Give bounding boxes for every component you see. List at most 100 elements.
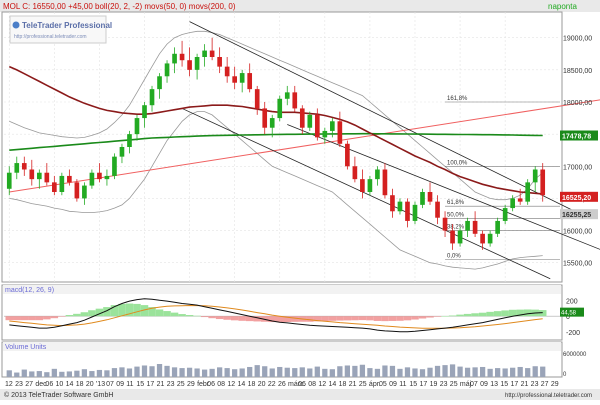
volume-bar	[232, 369, 238, 377]
x-tick-label: 23	[440, 381, 448, 388]
volume-bar	[427, 367, 433, 377]
macd-histogram-bar	[441, 316, 449, 317]
macd-histogram-bar	[230, 316, 239, 321]
volume-bar	[517, 366, 523, 377]
x-tick-label: 20	[258, 381, 266, 388]
candle-body	[352, 166, 358, 180]
volume-bar	[247, 366, 253, 377]
volume-bar	[322, 368, 328, 377]
x-tick-label: 22	[268, 381, 276, 388]
candle-body	[14, 163, 20, 173]
x-tick-label: 12	[318, 381, 326, 388]
volume-bar	[36, 371, 42, 377]
volume-y-tick-label: 0	[563, 372, 567, 378]
volume-bar	[141, 365, 148, 377]
macd-histogram-bar	[275, 316, 284, 323]
x-tick-label: 26	[278, 381, 286, 388]
volume-bar	[111, 368, 118, 377]
macd-histogram-bar	[178, 314, 186, 317]
candle-body	[450, 230, 455, 244]
candle-body	[97, 172, 102, 180]
candle-body	[29, 169, 35, 180]
volume-bar	[464, 367, 471, 377]
volume-bar	[201, 369, 208, 377]
fib-level-label: 161,8%	[447, 96, 468, 102]
x-tick-label: 17	[419, 381, 427, 388]
volume-bar	[186, 367, 193, 377]
volume-bar	[171, 367, 178, 377]
volume-bar	[224, 368, 230, 377]
volume-bar	[540, 366, 546, 377]
macd-histogram-bar	[328, 316, 337, 321]
x-tick-label: 20	[86, 381, 94, 388]
x-tick-label: 27	[541, 381, 549, 388]
candle-body	[277, 98, 283, 119]
macd-histogram-bar	[223, 316, 231, 320]
volume-bar	[434, 365, 441, 377]
macd-histogram-bar	[73, 313, 81, 317]
footer-url: http://professional.teletrader.com	[505, 393, 592, 399]
x-tick-label: 21	[521, 381, 529, 388]
volume-bar	[359, 364, 366, 377]
volume-bar	[449, 364, 456, 377]
volume-bar	[329, 369, 335, 377]
macd-histogram-bar	[170, 312, 179, 317]
volume-bar	[149, 366, 155, 377]
candle-body	[480, 233, 485, 244]
macd-histogram-bar	[373, 316, 382, 321]
macd-histogram-bar	[133, 303, 141, 317]
x-tick-label: 15	[500, 381, 508, 388]
candle-body	[442, 217, 448, 231]
x-tick-label: 07	[106, 381, 114, 388]
x-tick-label: 18	[248, 381, 256, 388]
macd-histogram-bar	[208, 316, 216, 319]
macd-histogram-bar	[43, 316, 51, 320]
candle-body	[217, 57, 222, 67]
macd-histogram-bar	[321, 316, 329, 322]
volume-bar	[495, 368, 501, 377]
macd-histogram-bar	[5, 316, 14, 321]
macd-histogram-bar	[238, 316, 246, 321]
macd-histogram-bar	[448, 315, 457, 317]
volume-bar	[337, 366, 343, 377]
volume-bar	[194, 368, 200, 377]
x-tick-label: 06	[298, 381, 306, 388]
x-tick-label: 27	[25, 381, 33, 388]
x-tick-label: 17	[147, 381, 155, 388]
x-tick-label: 15	[136, 381, 144, 388]
candle-body	[59, 175, 65, 192]
candle-body	[89, 172, 95, 186]
volume-bar	[352, 365, 358, 377]
x-tick-label: 15	[409, 381, 417, 388]
x-tick-label: 10	[56, 381, 64, 388]
candle-body	[405, 201, 410, 221]
volume-bar	[510, 367, 516, 377]
x-tick-label: 07	[470, 381, 478, 388]
candle-body	[202, 50, 207, 57]
price-panel	[1, 11, 563, 283]
candle-body	[367, 179, 373, 192]
macd-histogram-bar	[28, 316, 36, 321]
candle-body	[510, 198, 515, 209]
candle-body	[540, 169, 546, 196]
macd-y-tick-label: -200	[566, 330, 580, 337]
x-tick-label: 12	[5, 381, 13, 388]
macd-histogram-bar	[418, 316, 427, 319]
volume-bar	[397, 368, 403, 377]
volume-bar	[374, 368, 381, 377]
macd-histogram-bar	[215, 316, 224, 320]
candle-body	[247, 73, 253, 90]
x-tick-label: 19	[430, 381, 438, 388]
macd-histogram-bar	[358, 316, 367, 321]
volume-bar	[442, 365, 448, 377]
candle-body	[427, 192, 433, 202]
volume-bar	[382, 365, 388, 377]
macd-histogram-bar	[185, 315, 194, 317]
candle-body	[74, 182, 80, 199]
candle-body	[487, 233, 493, 244]
volume-bar	[89, 371, 95, 377]
macd-histogram-bar	[403, 316, 412, 321]
volume-bar	[104, 370, 110, 377]
price-y-tick-label: 16000,00	[563, 229, 592, 236]
volume-bar	[269, 368, 275, 377]
